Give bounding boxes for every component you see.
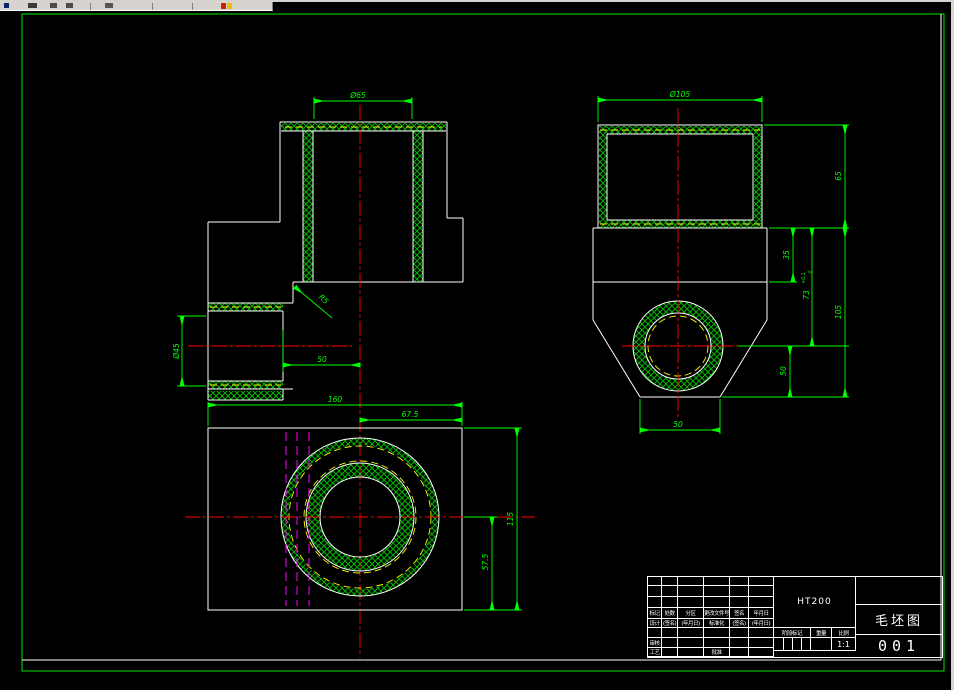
standardize-label: 标准化 <box>704 619 730 628</box>
cell <box>662 638 678 648</box>
cell <box>648 597 662 608</box>
hatch-areas <box>208 123 446 400</box>
sign-paren-label: (签名) <box>662 619 678 628</box>
dim-base-height: 105 <box>834 305 843 320</box>
cell <box>678 648 704 657</box>
dim-outer-diameter: Ø105 <box>669 90 690 99</box>
cell <box>749 628 774 638</box>
approve-label: 批准 <box>704 648 730 657</box>
cell <box>749 648 774 657</box>
material-cell: HT200 <box>774 577 856 628</box>
part-outline <box>592 124 768 398</box>
cell <box>730 577 749 586</box>
cell <box>704 586 730 597</box>
scale-value-cell: 1:1 <box>832 638 856 651</box>
hatch-areas <box>599 126 762 391</box>
cell <box>730 628 749 638</box>
weight-label: 重量 <box>811 628 832 638</box>
drawing-number: 001 <box>877 637 921 655</box>
front-view: Ø65 Ø45 R5 50 <box>172 91 464 658</box>
dimensions: 160 67.5 115 57.5 <box>207 395 522 611</box>
cell <box>678 628 704 638</box>
sheet-frame <box>21 13 945 672</box>
dim-foot-width: 50 <box>673 420 683 429</box>
count-label: 处数 <box>662 608 678 619</box>
zone-label: 分区 <box>678 608 704 619</box>
cell <box>662 586 678 597</box>
cell <box>662 648 678 657</box>
design-label: 设计 <box>648 619 662 628</box>
cell <box>662 577 678 586</box>
dim-width: 115 <box>506 512 515 527</box>
cell <box>730 638 749 648</box>
cell <box>730 597 749 608</box>
dim-hole-bottom: 50 <box>779 366 788 376</box>
date-label: 年月日 <box>749 608 774 619</box>
cell <box>662 628 678 638</box>
cell <box>678 597 704 608</box>
dimensions: Ø105 65 35 73 +0.1 0 105 50 50 <box>597 90 849 434</box>
part-outline <box>207 427 463 611</box>
dim-fillet: R5 <box>317 292 331 306</box>
stage-cell <box>774 638 784 651</box>
dim-center-to-right: 67.5 <box>402 410 419 419</box>
cell <box>749 586 774 597</box>
title-block: 标记 处数 分区 更改文件号 签名 年月日 设计 (签名) (年月日) 标准化 … <box>647 576 943 658</box>
scale-label: 比例 <box>832 628 856 638</box>
stage-mark-label: 阶段标记 <box>774 628 811 638</box>
cell <box>648 586 662 597</box>
stage-cell <box>802 638 811 651</box>
date-paren-label: (年月日) <box>678 619 704 628</box>
change-no-label: 更改文件号 <box>704 608 730 619</box>
process-label: 工艺 <box>648 648 662 657</box>
sign-paren-label: (签名) <box>730 619 749 628</box>
dim-bore: Ø65 <box>349 91 366 100</box>
blank-outline-yellow <box>600 129 760 377</box>
cell <box>730 586 749 597</box>
company-cell <box>856 577 942 605</box>
cell <box>678 638 704 648</box>
dim-tol-lower: 0 <box>808 270 814 273</box>
dim-length: 160 <box>328 395 343 404</box>
sign-label: 签名 <box>730 608 749 619</box>
cell <box>648 628 662 638</box>
dim-cyl-height: 65 <box>834 171 843 181</box>
cell <box>678 577 704 586</box>
cell <box>662 597 678 608</box>
weight-value-cell <box>811 638 832 651</box>
cell <box>704 597 730 608</box>
check-label: 审核 <box>648 638 662 648</box>
dim-boss: Ø45 <box>172 343 181 360</box>
cell <box>678 586 704 597</box>
application-window: Ø65 Ø45 R5 50 Ø105 65 35 73 +0.1 0 105 5… <box>0 0 954 690</box>
cell <box>749 597 774 608</box>
dim-center-to-edge: 57.5 <box>481 553 490 570</box>
cell <box>704 638 730 648</box>
cell <box>749 638 774 648</box>
date-paren-label: (年月日) <box>749 619 774 628</box>
dim-offset: 50 <box>317 355 327 364</box>
cell <box>704 628 730 638</box>
dim-tol-upper: +0.1 <box>801 272 807 284</box>
cell <box>704 577 730 586</box>
part-outline <box>207 121 464 401</box>
stage-cell <box>784 638 793 651</box>
dim-hole-center: 73 <box>802 290 811 300</box>
mark-label: 标记 <box>648 608 662 619</box>
revision-table: 标记 处数 分区 更改文件号 签名 年月日 设计 (签名) (年月日) 标准化 … <box>648 577 774 657</box>
cell <box>749 577 774 586</box>
cell <box>648 577 662 586</box>
side-view: Ø105 65 35 73 +0.1 0 105 50 50 <box>592 90 849 434</box>
dim-step: 35 <box>782 250 791 260</box>
drawing-title: 毛坯图 <box>856 605 942 635</box>
cell <box>730 648 749 657</box>
stage-cell <box>793 638 802 651</box>
